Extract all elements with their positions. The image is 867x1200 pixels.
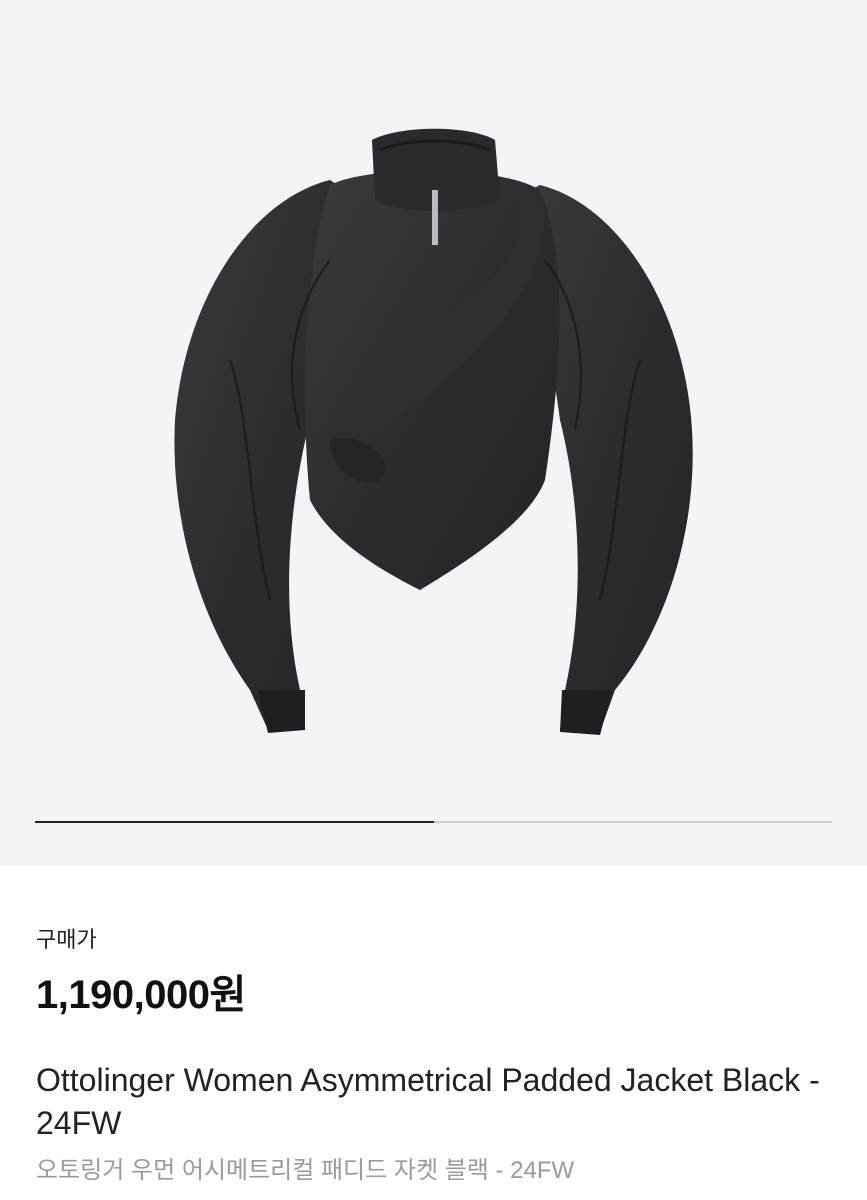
gallery-progress-track: [35, 821, 832, 823]
product-title-korean: 오토링거 우먼 어시메트리컬 패디드 자켓 블랙 - 24FW: [36, 1157, 575, 1184]
product-image[interactable]: [0, 0, 867, 866]
product-price: 1,190,000원: [36, 973, 246, 1017]
product-title-english: Ottolinger Women Asymmetrical Padded Jac…: [36, 1062, 820, 1141]
price-label: 구매가: [36, 927, 97, 952]
product-info-section: 구매가 1,190,000원 Ottolinger Women Asymmetr…: [0, 866, 867, 1200]
gallery-progress-fill: [35, 821, 434, 823]
product-detail-page: 구매가 1,190,000원 Ottolinger Women Asymmetr…: [0, 0, 867, 1200]
product-image-gallery[interactable]: [0, 0, 867, 866]
